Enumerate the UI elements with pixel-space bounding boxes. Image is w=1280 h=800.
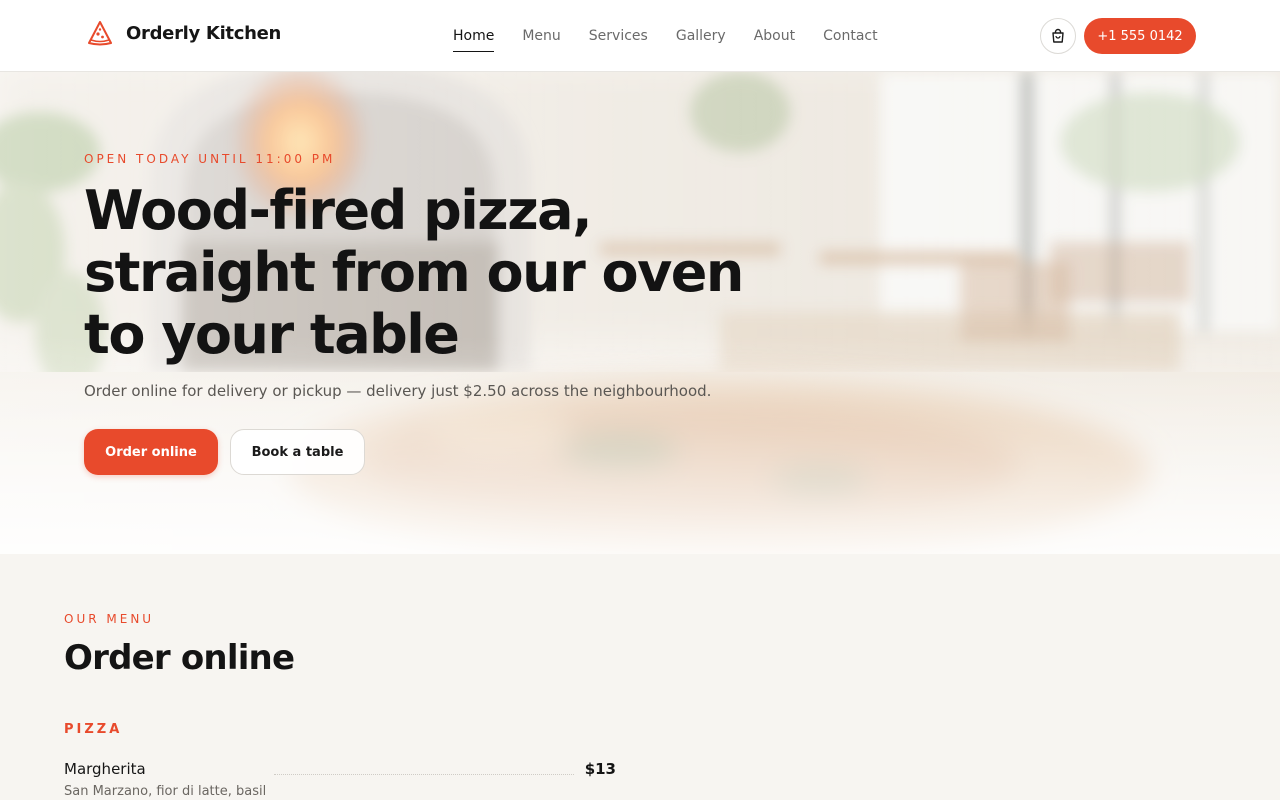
menu-item[interactable]: Margherita $13 San Marzano, fior di latt… bbox=[64, 760, 616, 800]
nav-item-contact[interactable]: Contact bbox=[823, 26, 877, 52]
hero-subtitle: Order online for delivery or pickup — de… bbox=[84, 382, 712, 400]
cart-button[interactable] bbox=[1040, 18, 1076, 54]
shopping-bag-icon bbox=[1052, 28, 1064, 43]
menu-item-name: Margherita bbox=[64, 760, 146, 778]
book-table-button[interactable]: Book a table bbox=[230, 429, 365, 475]
phone-button[interactable]: +1 555 0142 bbox=[1084, 18, 1196, 54]
menu-category-pizza: PIZZA bbox=[64, 722, 123, 737]
menu-item-price: $13 bbox=[584, 760, 616, 778]
hero-title: Wood-fired pizza, straight from our oven… bbox=[84, 179, 744, 366]
nav-item-menu[interactable]: Menu bbox=[522, 26, 560, 52]
nav-item-about[interactable]: About bbox=[754, 26, 795, 52]
nav-item-gallery[interactable]: Gallery bbox=[676, 26, 726, 52]
dotted-leader bbox=[274, 774, 574, 775]
brand[interactable]: Orderly Kitchen bbox=[86, 18, 281, 48]
nav-item-services[interactable]: Services bbox=[589, 26, 648, 52]
menu-title: Order online bbox=[64, 638, 295, 678]
menu-item-description: San Marzano, fior di latte, basil bbox=[64, 784, 267, 799]
nav-item-home[interactable]: Home bbox=[453, 26, 495, 52]
menu-section: OUR MENU Order online PIZZA Margherita $… bbox=[0, 554, 1280, 800]
brand-name: Orderly Kitchen bbox=[126, 22, 282, 44]
pizza-slice-icon bbox=[88, 21, 112, 46]
menu-eyebrow: OUR MENU bbox=[64, 612, 155, 626]
site-header: Orderly Kitchen Home Menu Services Galle… bbox=[0, 0, 1280, 72]
order-online-button[interactable]: Order online bbox=[84, 429, 218, 475]
main-nav: Home Menu Services Gallery About Contact bbox=[453, 26, 906, 52]
hero-section: OPEN TODAY UNTIL 11:00 PM Wood-fired piz… bbox=[0, 72, 1280, 554]
hero-eyebrow: OPEN TODAY UNTIL 11:00 PM bbox=[84, 152, 336, 166]
